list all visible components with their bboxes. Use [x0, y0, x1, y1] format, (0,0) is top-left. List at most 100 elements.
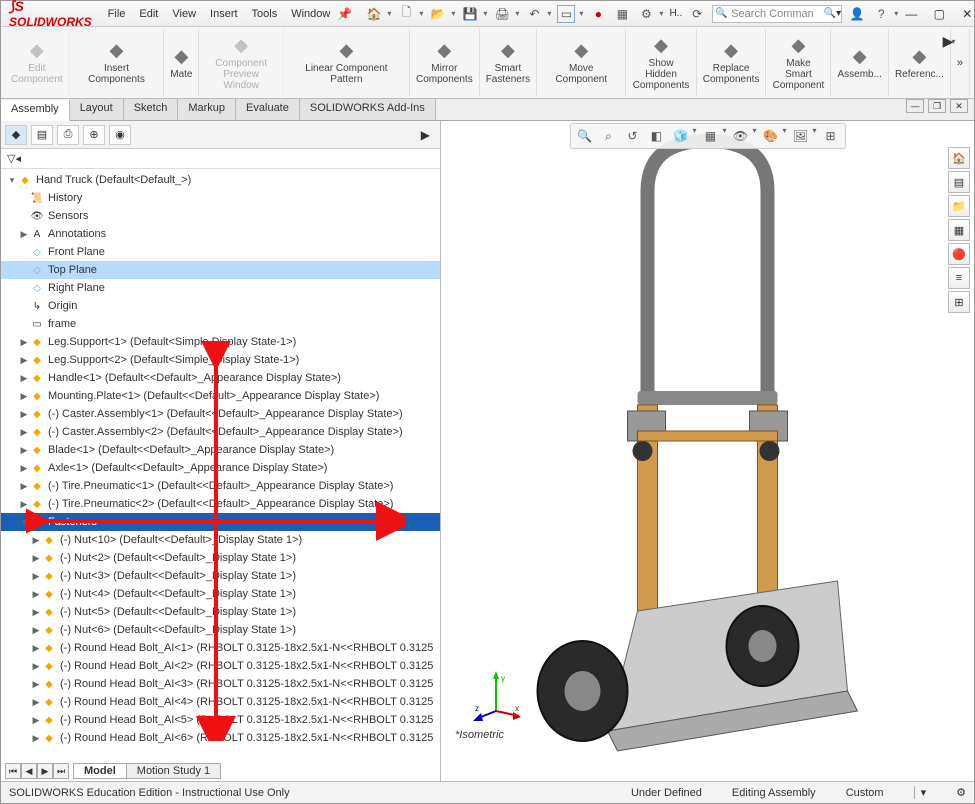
ribbon-mirror-components[interactable]: ◆MirrorComponents: [410, 29, 480, 96]
undo-icon[interactable]: ↶: [525, 5, 543, 23]
appearances-tab-icon[interactable]: 🔴: [948, 243, 970, 265]
expand-icon[interactable]: ▶: [19, 481, 29, 492]
close-button[interactable]: ✕: [954, 4, 975, 24]
tree-item[interactable]: ▶◆(-) Round Head Bolt_AI<2> (RHBOLT 0.31…: [1, 657, 440, 675]
tree-item[interactable]: ◇Front Plane: [1, 243, 440, 261]
previous-view-icon[interactable]: ↺: [622, 126, 642, 146]
tree-item[interactable]: ▶◆Leg.Support<2> (Default<Simple_Display…: [1, 351, 440, 369]
tree-item[interactable]: ▶◆Blade<1> (Default<<Default>_Appearance…: [1, 441, 440, 459]
tree-item[interactable]: ▶AAnnotations: [1, 225, 440, 243]
expand-icon[interactable]: ▶: [19, 229, 29, 240]
maximize-button[interactable]: ▢: [926, 4, 952, 24]
refresh-icon[interactable]: ⟳: [688, 5, 706, 23]
play-button[interactable]: ▶▾: [934, 33, 964, 50]
tree-item[interactable]: ▶◆(-) Tire.Pneumatic<2> (Default<<Defaul…: [1, 495, 440, 513]
expand-icon[interactable]: ▶: [19, 373, 29, 384]
menu-edit[interactable]: Edit: [133, 6, 164, 22]
menu-tools[interactable]: Tools: [246, 6, 284, 22]
tree-item[interactable]: ▶◆Axle<1> (Default<<Default>_Appearance …: [1, 459, 440, 477]
nav-arrow[interactable]: ⏮: [5, 763, 21, 779]
ribbon-show-hidden-components[interactable]: ◆Show HiddenComponents: [626, 29, 696, 96]
resources-tab-icon[interactable]: ▤: [948, 171, 970, 193]
expand-icon[interactable]: ▶: [31, 535, 41, 546]
tab-assembly[interactable]: Assembly: [1, 100, 70, 121]
ribbon-mate[interactable]: ◆Mate: [164, 29, 199, 96]
tab-markup[interactable]: Markup: [178, 99, 236, 120]
doc-restore-button[interactable]: ❐: [928, 99, 946, 113]
view-settings-icon[interactable]: ⊞: [821, 126, 841, 146]
view-orientation-icon[interactable]: 🧊: [670, 126, 690, 146]
tree-item[interactable]: ▶◆(-) Round Head Bolt_AI<5> (RHBOLT 0.31…: [1, 711, 440, 729]
tree-item[interactable]: ▶◆Mounting.Plate<1> (Default<<Default>_A…: [1, 387, 440, 405]
expand-icon[interactable]: ▶: [31, 643, 41, 654]
tree-item[interactable]: ↳Origin: [1, 297, 440, 315]
ribbon-make-smart-component[interactable]: ◆Make SmartComponent: [766, 29, 831, 96]
graphics-viewport[interactable]: 🔍 ⌕ ↺ ◧ 🧊▾ ▦▾ 👁▾ 🎨▾ 🖼▾ ⊞: [441, 121, 974, 781]
ribbon-replace-components[interactable]: ◆ReplaceComponents: [697, 29, 767, 96]
apply-scene-icon[interactable]: 🖼: [791, 126, 811, 146]
tab-sketch[interactable]: Sketch: [124, 99, 179, 120]
expand-icon[interactable]: ▶: [31, 625, 41, 636]
properties-tab-icon[interactable]: ≡: [948, 267, 970, 289]
expand-icon[interactable]: ▶: [31, 661, 41, 672]
expand-icon[interactable]: ▶: [31, 679, 41, 690]
tree-item[interactable]: ▶◆(-) Tire.Pneumatic<1> (Default<<Defaul…: [1, 477, 440, 495]
edit-appearance-icon[interactable]: 🎨: [761, 126, 781, 146]
hide-show-icon[interactable]: 👁: [730, 126, 750, 146]
ribbon-smart-fasteners[interactable]: ◆SmartFasteners: [480, 29, 537, 96]
expand-icon[interactable]: ▶: [19, 409, 29, 420]
zoom-fit-icon[interactable]: 🔍: [574, 126, 594, 146]
panel-expand-icon[interactable]: ▶: [421, 128, 436, 142]
expand-icon[interactable]: ▾: [19, 517, 29, 528]
nav-arrow[interactable]: ◀: [21, 763, 37, 779]
tree-item[interactable]: ◇Top Plane: [1, 261, 440, 279]
tree-item[interactable]: ▶◆(-) Caster.Assembly<2> (Default<<Defau…: [1, 423, 440, 441]
expand-icon[interactable]: ▶: [19, 355, 29, 366]
tree-item[interactable]: ▶◆(-) Round Head Bolt_AI<6> (RHBOLT 0.31…: [1, 729, 440, 747]
expand-icon[interactable]: ▶: [31, 571, 41, 582]
expand-icon[interactable]: ▶: [31, 733, 41, 744]
expand-icon[interactable]: ▶: [19, 499, 29, 510]
tree-item[interactable]: ▶◆Handle<1> (Default<<Default>_Appearanc…: [1, 369, 440, 387]
tab-evaluate[interactable]: Evaluate: [236, 99, 300, 120]
tree-item[interactable]: ◇Right Plane: [1, 279, 440, 297]
view-triad[interactable]: y x z: [471, 671, 521, 721]
bottom-tab-motion-study-1[interactable]: Motion Study 1: [126, 763, 221, 779]
tree-item[interactable]: ▶◆(-) Caster.Assembly<1> (Default<<Defau…: [1, 405, 440, 423]
tree-item[interactable]: ▶◆(-) Nut<6> (Default<<Default>_Display …: [1, 621, 440, 639]
feature-tree-tab[interactable]: ◆: [5, 125, 27, 145]
tab-solidworks-add-ins[interactable]: SOLIDWORKS Add-Ins: [300, 99, 436, 120]
expand-icon[interactable]: ▶: [31, 697, 41, 708]
views-tab-icon[interactable]: ▦: [948, 219, 970, 241]
doc-minimize-button[interactable]: —: [906, 99, 924, 113]
nav-arrow[interactable]: ⏭: [53, 763, 69, 779]
home-tab-icon[interactable]: 🏠: [948, 147, 970, 169]
expand-icon[interactable]: ▶: [19, 337, 29, 348]
tree-item[interactable]: ▶◆Leg.Support<1> (Default<Simple Display…: [1, 333, 440, 351]
display-tab[interactable]: ◉: [109, 125, 131, 145]
menu-window[interactable]: Window: [285, 6, 336, 22]
dim-tab[interactable]: ⊕: [83, 125, 105, 145]
expand-icon[interactable]: ▶: [19, 463, 29, 474]
ribbon-linear-component-pattern[interactable]: ◆Linear Component Pattern: [284, 29, 410, 96]
tree-item[interactable]: ▶◆(-) Nut<10> (Default<<Default>_Display…: [1, 531, 440, 549]
home-icon[interactable]: 🏠: [365, 5, 383, 23]
menu-insert[interactable]: Insert: [204, 6, 244, 22]
tree-item[interactable]: ▶◆(-) Nut<4> (Default<<Default>_Display …: [1, 585, 440, 603]
config-tab[interactable]: ⎙: [57, 125, 79, 145]
menu-view[interactable]: View: [166, 6, 202, 22]
expand-icon[interactable]: ▶: [31, 715, 41, 726]
forum-tab-icon[interactable]: ⊞: [948, 291, 970, 313]
section-view-icon[interactable]: ◧: [646, 126, 666, 146]
display-style-icon[interactable]: ▦: [700, 126, 720, 146]
select-icon[interactable]: ▭: [557, 5, 575, 23]
status-custom[interactable]: Custom: [846, 787, 884, 799]
expand-icon[interactable]: ▶: [31, 589, 41, 600]
save-icon[interactable]: 💾: [461, 5, 479, 23]
tree-item[interactable]: ▶◆(-) Round Head Bolt_AI<3> (RHBOLT 0.31…: [1, 675, 440, 693]
search-input[interactable]: Search Comman 🔍▾: [712, 5, 842, 23]
tree-item[interactable]: ▭frame: [1, 315, 440, 333]
nav-arrow[interactable]: ▶: [37, 763, 53, 779]
tree-item[interactable]: ▶◆(-) Round Head Bolt_AI<1> (RHBOLT 0.31…: [1, 639, 440, 657]
tree-item[interactable]: ▶◆(-) Round Head Bolt_AI<4> (RHBOLT 0.31…: [1, 693, 440, 711]
